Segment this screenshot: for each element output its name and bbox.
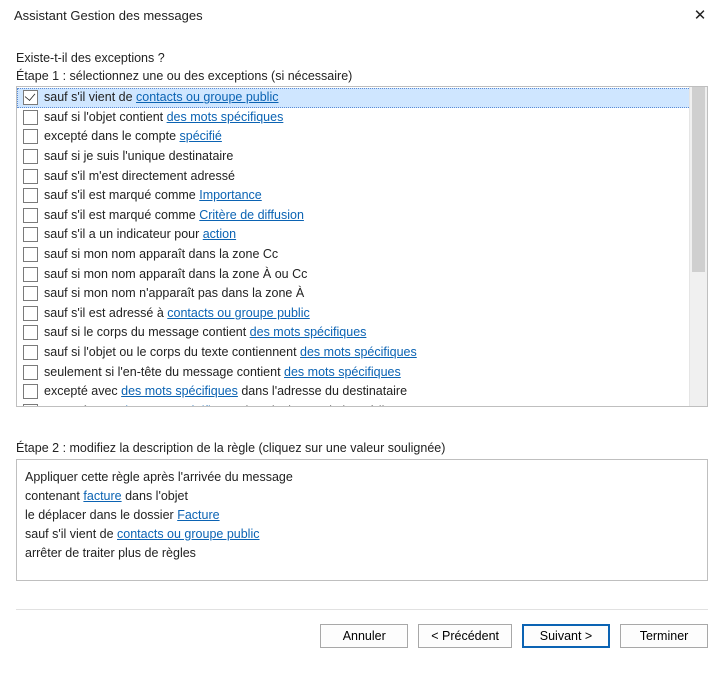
exception-item-label: sauf s'il a un indicateur pour action (44, 226, 236, 243)
exception-item[interactable]: sauf si mon nom n'apparaît pas dans la z… (17, 284, 707, 304)
exception-item-label: excepté dans le compte spécifié (44, 128, 222, 145)
exception-item-label: sauf si le corps du message contient des… (44, 324, 366, 341)
exception-link[interactable]: Importance (199, 188, 262, 202)
exception-checkbox[interactable] (23, 188, 38, 203)
step2-label: Étape 2 : modifiez la description de la … (16, 441, 708, 455)
exception-item-label: sauf s'il est adressé à contacts ou grou… (44, 305, 310, 322)
exception-item-label: excepté avec des mots spécifiques dans l… (44, 383, 407, 400)
rule-value-link[interactable]: Facture (177, 508, 219, 522)
exception-checkbox[interactable] (23, 404, 38, 406)
exception-item[interactable]: excepté dans le compte spécifié (17, 127, 707, 147)
exception-checkbox[interactable] (23, 247, 38, 262)
exception-link[interactable]: des mots spécifiques (284, 365, 401, 379)
exception-item-label: sauf si mon nom apparaît dans la zone À … (44, 266, 307, 283)
exception-link[interactable]: des mots spécifiques (250, 325, 367, 339)
rule-description-line: Appliquer cette règle après l'arrivée du… (25, 468, 699, 487)
exception-checkbox[interactable] (23, 227, 38, 242)
exception-item[interactable]: excepté avec des mots spécifiques dans l… (17, 382, 707, 402)
exception-link[interactable]: spécifié (180, 129, 222, 143)
next-button[interactable]: Suivant > (522, 624, 610, 648)
exception-item[interactable]: sauf s'il vient de contacts ou groupe pu… (17, 88, 707, 108)
exception-item[interactable]: sauf s'il a un indicateur pour action (17, 225, 707, 245)
exception-checkbox[interactable] (23, 286, 38, 301)
back-button[interactable]: < Précédent (418, 624, 512, 648)
close-icon[interactable]: ✕ (688, 8, 712, 23)
exception-item-label: sauf s'il est marqué comme Importance (44, 187, 262, 204)
exception-checkbox[interactable] (23, 208, 38, 223)
exception-item[interactable]: sauf si le corps du message contient des… (17, 323, 707, 343)
exception-link[interactable]: des mots spécifiques (121, 384, 238, 398)
exception-item-label: sauf si l'objet contient des mots spécif… (44, 109, 283, 126)
exception-checkbox[interactable] (23, 110, 38, 125)
rule-description-line: contenant facture dans l'objet (25, 487, 699, 506)
exception-item-label: sauf si mon nom apparaît dans la zone Cc (44, 246, 278, 263)
exception-item[interactable]: sauf s'il est marqué comme Critère de di… (17, 206, 707, 226)
cancel-button[interactable]: Annuler (320, 624, 408, 648)
exception-item[interactable]: sauf s'il m'est directement adressé (17, 166, 707, 186)
rule-value-link[interactable]: facture (83, 489, 121, 503)
exception-item-label: sauf s'il m'est directement adressé (44, 168, 235, 185)
exception-item[interactable]: sauf si mon nom apparaît dans la zone À … (17, 264, 707, 284)
scrollbar[interactable] (689, 87, 707, 406)
exception-checkbox[interactable] (23, 129, 38, 144)
exception-item[interactable]: sauf s'il est marqué comme Importance (17, 186, 707, 206)
exception-checkbox[interactable] (23, 90, 38, 105)
exception-item-label: sauf s'il est marqué comme Critère de di… (44, 207, 304, 224)
exception-checkbox[interactable] (23, 384, 38, 399)
title-bar: Assistant Gestion des messages ✕ (0, 0, 724, 31)
exception-item-label: seulement si l'en-tête du message contie… (44, 364, 401, 381)
finish-button[interactable]: Terminer (620, 624, 708, 648)
exceptions-listbox: sauf s'il vient de contacts ou groupe pu… (16, 86, 708, 407)
exception-checkbox[interactable] (23, 345, 38, 360)
exception-link[interactable]: des mots spécifiques (167, 110, 284, 124)
exception-item[interactable]: sauf s'il est adressé à contacts ou grou… (17, 304, 707, 324)
exceptions-question: Existe-t-il des exceptions ? (16, 51, 708, 65)
exception-link[interactable]: contacts ou groupe public (136, 90, 278, 104)
exception-item-label: sauf si l'objet ou le corps du texte con… (44, 344, 417, 361)
exception-link[interactable]: des mots spécifiques (300, 345, 417, 359)
exception-checkbox[interactable] (23, 306, 38, 321)
exception-item[interactable]: excepté avec des mots spécifiques dans l… (17, 402, 707, 407)
rule-description-box: Appliquer cette règle après l'arrivée du… (16, 459, 708, 581)
exception-checkbox[interactable] (23, 267, 38, 282)
exception-item[interactable]: sauf si l'objet ou le corps du texte con… (17, 343, 707, 363)
exception-item-label: sauf s'il vient de contacts ou groupe pu… (44, 89, 279, 106)
exception-link[interactable]: Critère de diffusion (199, 208, 304, 222)
exception-item-label: excepté avec des mots spécifiques dans l… (44, 403, 406, 406)
rule-description-line: le déplacer dans le dossier Facture (25, 506, 699, 525)
exception-checkbox[interactable] (23, 325, 38, 340)
window-title: Assistant Gestion des messages (14, 8, 203, 23)
exception-checkbox[interactable] (23, 365, 38, 380)
exception-link[interactable]: action (203, 227, 236, 241)
exception-link[interactable]: des mots spécifiques (121, 404, 238, 406)
rule-description-line: arrêter de traiter plus de règles (25, 544, 699, 563)
exception-item[interactable]: seulement si l'en-tête du message contie… (17, 362, 707, 382)
exception-item[interactable]: sauf si l'objet contient des mots spécif… (17, 108, 707, 128)
exception-item[interactable]: sauf si je suis l'unique destinataire (17, 147, 707, 167)
rule-description-line: sauf s'il vient de contacts ou groupe pu… (25, 525, 699, 544)
exception-item-label: sauf si je suis l'unique destinataire (44, 148, 233, 165)
exception-checkbox[interactable] (23, 169, 38, 184)
scroll-thumb[interactable] (692, 87, 705, 272)
rule-value-link[interactable]: contacts ou groupe public (117, 527, 259, 541)
exception-item-label: sauf si mon nom n'apparaît pas dans la z… (44, 285, 304, 302)
step1-label: Étape 1 : sélectionnez une ou des except… (16, 69, 708, 83)
exception-checkbox[interactable] (23, 149, 38, 164)
exception-item[interactable]: sauf si mon nom apparaît dans la zone Cc (17, 245, 707, 265)
exception-link[interactable]: contacts ou groupe public (167, 306, 309, 320)
button-row: Annuler < Précédent Suivant > Terminer (0, 610, 724, 648)
